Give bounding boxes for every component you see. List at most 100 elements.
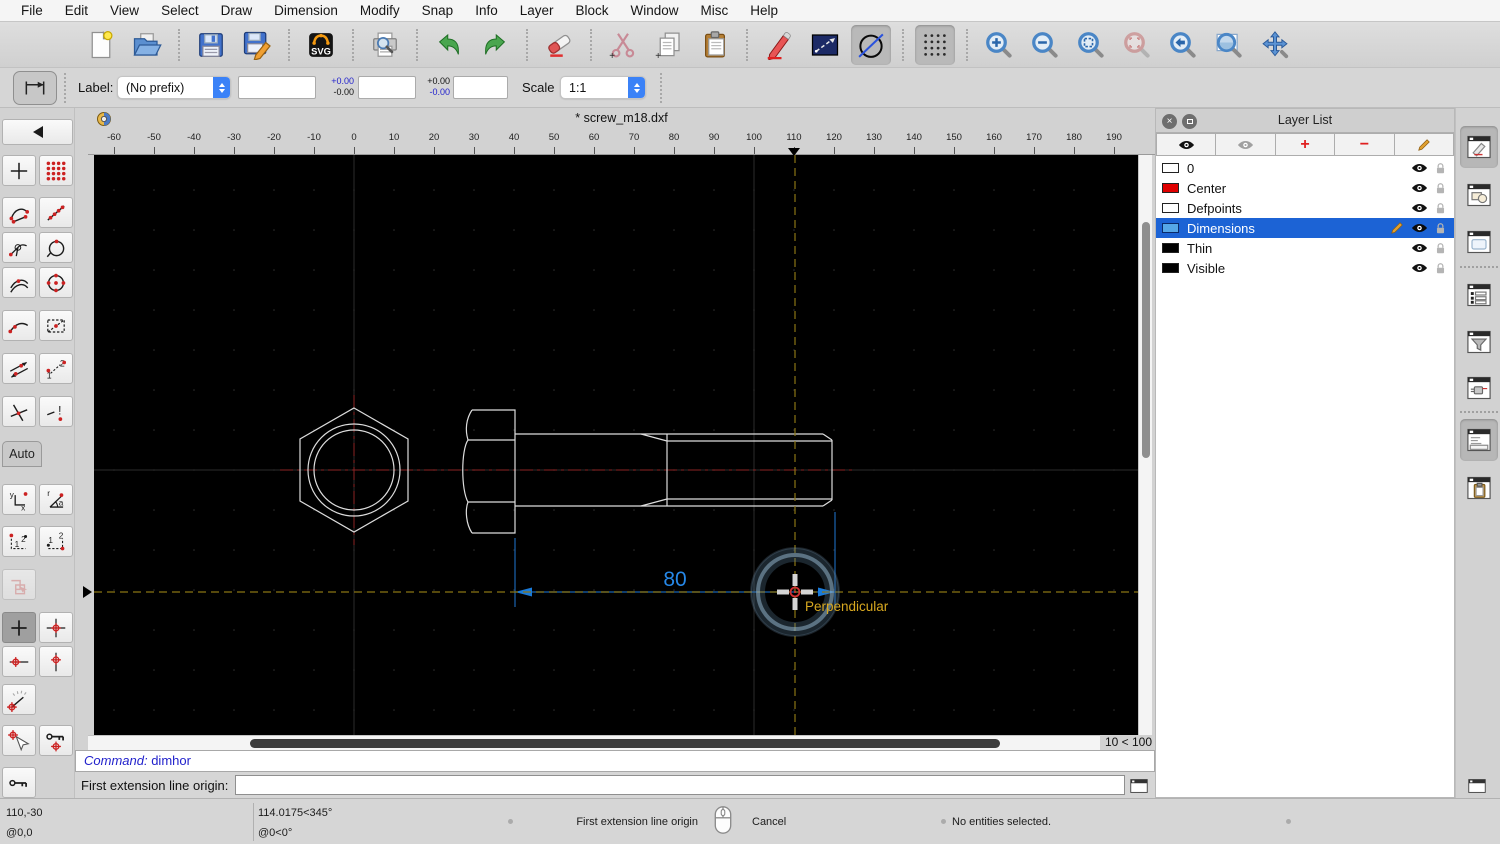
dock-widget-list-button[interactable] <box>1460 274 1498 316</box>
undo-button[interactable] <box>429 25 469 65</box>
save-button[interactable] <box>191 25 231 65</box>
zoom-auto-button[interactable] <box>1071 25 1111 65</box>
crosshair-tool-button[interactable] <box>2 612 36 643</box>
menu-layer[interactable]: Layer <box>509 0 565 22</box>
layer-color-swatch[interactable] <box>1162 163 1179 173</box>
dimension-scale-select[interactable]: 1:1 <box>560 76 646 99</box>
layer-row-defpoints[interactable]: Defpoints <box>1156 198 1454 218</box>
menu-misc[interactable]: Misc <box>690 0 740 22</box>
menu-dimension[interactable]: Dimension <box>263 0 349 22</box>
menu-draw[interactable]: Draw <box>210 0 264 22</box>
tolerance-lower-input[interactable] <box>453 76 508 99</box>
menu-modify[interactable]: Modify <box>349 0 411 22</box>
svg-export-button[interactable]: SVG <box>301 25 341 65</box>
layer-lock-toggle[interactable] <box>1435 262 1446 275</box>
menu-snap[interactable]: Snap <box>411 0 465 22</box>
layer-row-thin[interactable]: Thin <box>1156 238 1454 258</box>
menu-block[interactable]: Block <box>565 0 620 22</box>
layer-row-dimensions[interactable]: Dimensions <box>1156 218 1454 238</box>
menu-edit[interactable]: Edit <box>54 0 99 22</box>
coordinate-polar-button[interactable]: ra <box>38 484 73 515</box>
snap-grid-button[interactable] <box>38 155 73 186</box>
paste-button[interactable] <box>695 25 735 65</box>
order-corner-1-button[interactable]: 12 <box>2 526 36 557</box>
zoom-window-button[interactable] <box>1209 25 1249 65</box>
layer-visibility-toggle[interactable] <box>1411 162 1428 174</box>
layer-visibility-toggle[interactable] <box>1411 262 1428 274</box>
dock-block-list-button[interactable] <box>1460 174 1498 216</box>
dimension-prefix-select[interactable]: (No prefix) <box>117 76 231 99</box>
command-window-corner-button[interactable] <box>1465 775 1489 796</box>
dock-command-line-button[interactable] <box>1460 419 1498 461</box>
restrict-angle-2-button[interactable]: 12 <box>38 353 73 384</box>
menu-info[interactable]: Info <box>464 0 509 22</box>
layer-row-0[interactable]: 0 <box>1156 158 1454 178</box>
layer-row-center[interactable]: Center <box>1156 178 1454 198</box>
relative-zero-key-button[interactable] <box>2 767 36 798</box>
drawing-canvas[interactable]: 80 Perpendicular <box>94 155 1138 735</box>
layer-visibility-toggle[interactable] <box>1411 182 1428 194</box>
snap-intersection-button[interactable] <box>38 310 73 341</box>
cut-button[interactable]: + <box>603 25 643 65</box>
snap-nothing-button[interactable]: ! <box>38 396 73 427</box>
edit-layer-button[interactable] <box>1394 133 1455 156</box>
zoom-previous-button[interactable] <box>1117 25 1157 65</box>
layer-color-swatch[interactable] <box>1162 223 1179 233</box>
snap-middle-button[interactable] <box>2 267 36 298</box>
layer-lock-toggle[interactable] <box>1435 202 1446 215</box>
line-tool-button[interactable] <box>805 25 845 65</box>
show-all-layers-button[interactable] <box>1156 133 1217 156</box>
vertical-scrollbar[interactable] <box>1138 155 1152 735</box>
layer-row-visible[interactable]: Visible <box>1156 258 1454 278</box>
layer-lock-toggle[interactable] <box>1435 242 1446 255</box>
intersection-manual-button[interactable] <box>2 396 36 427</box>
snap-center-button[interactable] <box>38 267 73 298</box>
horizontal-scrollbar[interactable] <box>88 735 1105 750</box>
tolerance-upper-input[interactable] <box>358 76 416 99</box>
layer-lock-toggle[interactable] <box>1435 182 1446 195</box>
layer-visibility-toggle[interactable] <box>1411 222 1428 234</box>
add-layer-button[interactable]: + <box>1275 133 1336 156</box>
layer-visibility-toggle[interactable] <box>1411 242 1428 254</box>
menu-select[interactable]: Select <box>150 0 210 22</box>
dock-library-browser-button[interactable] <box>1460 221 1498 263</box>
horizontal-scrollbar-thumb[interactable] <box>250 739 1000 748</box>
layer-color-swatch[interactable] <box>1162 243 1179 253</box>
snap-on-entity-button[interactable] <box>38 197 73 228</box>
auto-snap-button[interactable]: Auto <box>2 441 42 467</box>
pen-edit-button[interactable] <box>759 25 799 65</box>
print-preview-button[interactable] <box>365 25 405 65</box>
dock-clipboard-button[interactable] <box>1460 467 1498 509</box>
copy-button[interactable]: + <box>649 25 689 65</box>
dock-entity-filter-button[interactable] <box>1460 321 1498 363</box>
layer-lock-toggle[interactable] <box>1435 162 1446 175</box>
restrict-vertical-button[interactable] <box>38 646 73 677</box>
layer-visibility-toggle[interactable] <box>1411 202 1428 214</box>
redo-button[interactable] <box>475 25 515 65</box>
selection-tool-button[interactable] <box>2 569 36 600</box>
zoom-out-button[interactable] <box>1025 25 1065 65</box>
order-corner-2-button[interactable]: 12 <box>38 526 73 557</box>
snap-entity-button[interactable] <box>38 232 73 263</box>
command-input[interactable] <box>235 775 1125 795</box>
lock-relative-zero-button[interactable] <box>38 725 73 756</box>
menu-help[interactable]: Help <box>739 0 789 22</box>
restrict-angle-1-button[interactable] <box>2 353 36 384</box>
save-as-button[interactable] <box>237 25 277 65</box>
hide-all-layers-button[interactable] <box>1216 133 1276 156</box>
layer-lock-toggle[interactable] <box>1435 222 1446 235</box>
zoom-back-button[interactable] <box>1163 25 1203 65</box>
vertical-scrollbar-thumb[interactable] <box>1141 222 1150 458</box>
menu-file[interactable]: File <box>10 0 54 22</box>
layer-color-swatch[interactable] <box>1162 203 1179 213</box>
new-file-button[interactable] <box>81 25 121 65</box>
remove-layer-button[interactable]: − <box>1335 133 1395 156</box>
snap-relative-zero-button[interactable] <box>2 725 36 756</box>
menu-view[interactable]: View <box>99 0 150 22</box>
menu-window[interactable]: Window <box>620 0 690 22</box>
open-file-button[interactable] <box>127 25 167 65</box>
circle-tool-button[interactable] <box>851 24 891 65</box>
coordinate-cartesian-button[interactable]: yx <box>2 484 36 515</box>
snap-free-button[interactable] <box>2 155 36 186</box>
dock-plugins-button[interactable] <box>1460 367 1498 409</box>
